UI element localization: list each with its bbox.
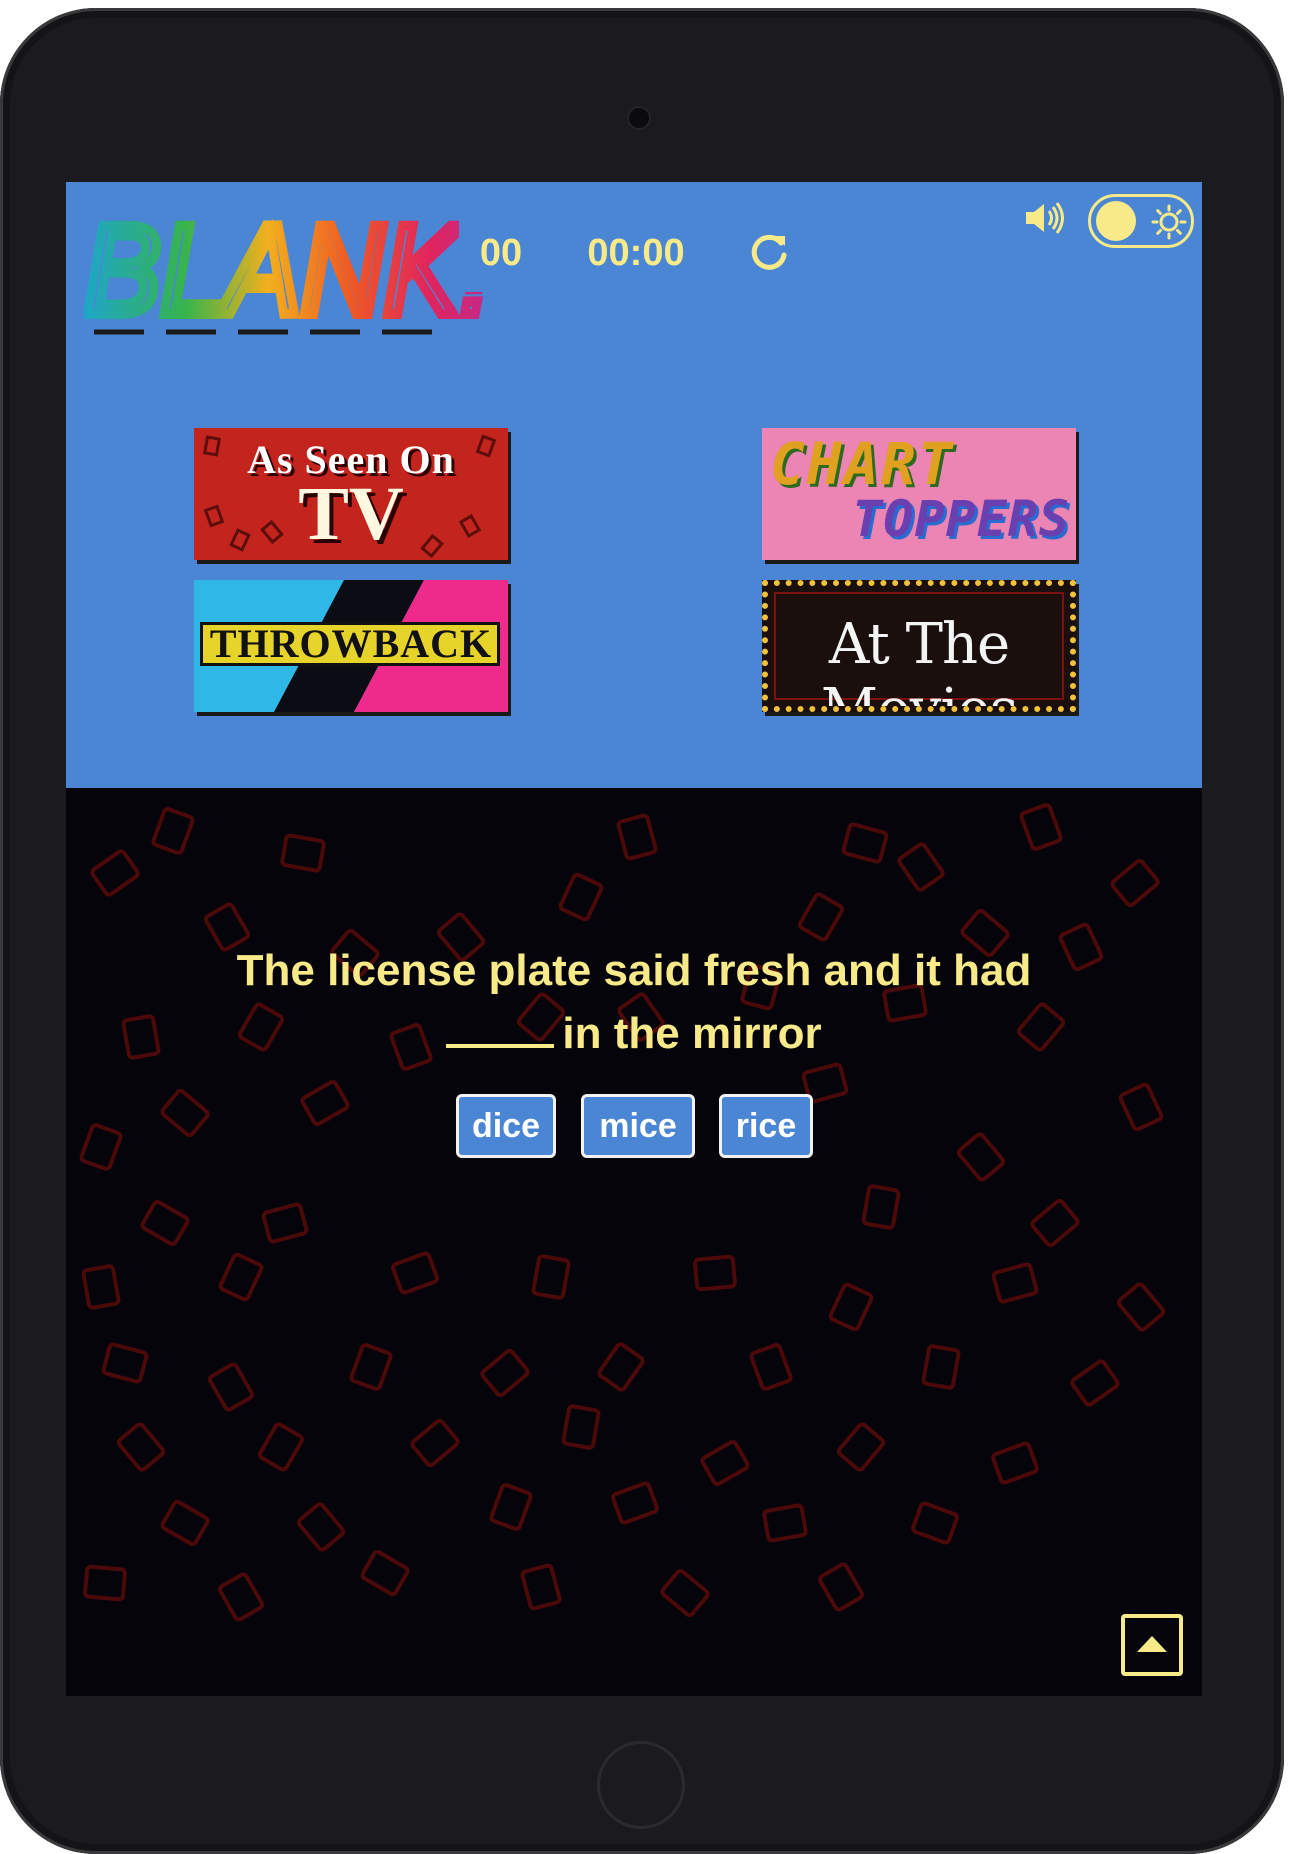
home-button[interactable] <box>597 1741 685 1829</box>
caret-up-icon <box>1137 1636 1167 1652</box>
logo-text: BLANK! <box>84 199 492 342</box>
movies-label: At The Movies <box>820 612 1018 712</box>
answer-option-mice[interactable]: mice <box>581 1094 695 1158</box>
question-text: The license plate said fresh and it had … <box>186 942 1082 1063</box>
sun-icon <box>1151 204 1187 240</box>
score-display: 00 <box>459 214 543 292</box>
chart-line1: CHART <box>770 430 955 498</box>
tv-line2: TV <box>298 472 404 556</box>
category-as-seen-on-tv[interactable]: As Seen On TV <box>194 428 508 560</box>
scroll-to-top-button[interactable] <box>1121 1614 1183 1676</box>
toggle-knob <box>1096 201 1136 241</box>
throwback-label: THROWBACK <box>209 621 493 666</box>
app-screen: BLANK! As Seen On TV CHART TOPPERS THROW… <box>66 182 1202 1696</box>
refresh-icon <box>751 234 787 270</box>
category-throwback[interactable]: THROWBACK <box>194 580 508 712</box>
tablet-frame: BLANK! As Seen On TV CHART TOPPERS THROW… <box>0 8 1284 1854</box>
answer-option-rice[interactable]: rice <box>719 1094 813 1158</box>
category-chart-toppers[interactable]: CHART TOPPERS <box>762 428 1076 560</box>
speaker-volume-icon[interactable] <box>1022 198 1066 238</box>
question-after-blank: in the mirror <box>562 1009 822 1058</box>
timer-display: 00:00 <box>564 214 708 292</box>
answer-option-dice[interactable]: dice <box>456 1094 556 1158</box>
chart-line2: TOPPERS <box>852 490 1070 548</box>
tv-icon-pattern <box>79 803 1166 1622</box>
category-at-the-movies[interactable]: At The Movies <box>762 580 1076 712</box>
question-before-blank: The license plate said fresh and it had <box>236 946 1032 995</box>
theme-toggle[interactable] <box>1088 194 1194 248</box>
blank-logo: BLANK! <box>84 196 497 346</box>
answer-blank <box>446 1000 555 1048</box>
front-camera <box>627 106 651 130</box>
reset-button[interactable] <box>730 214 808 292</box>
